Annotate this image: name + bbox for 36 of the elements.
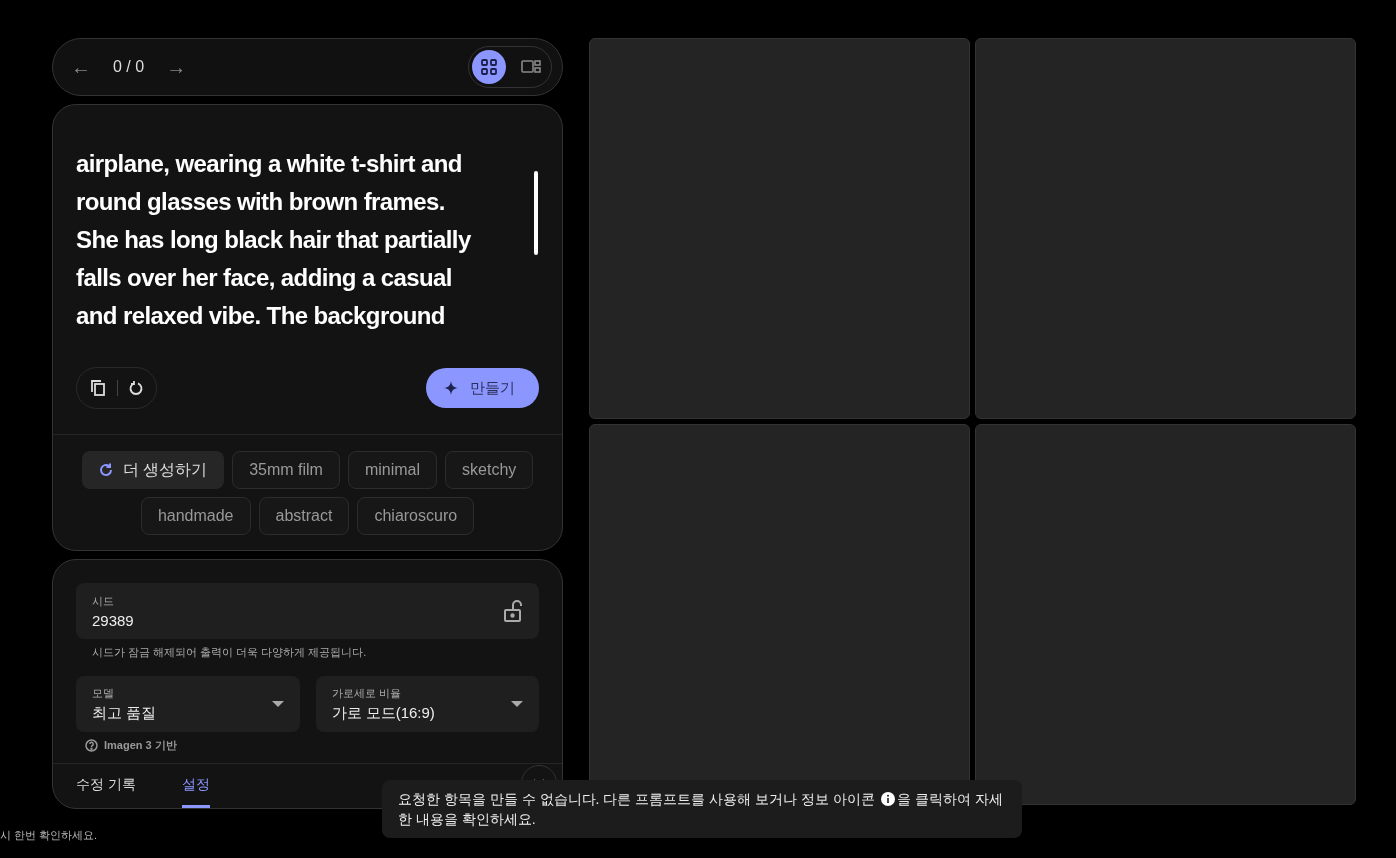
dropdown-field[interactable]: 모델 최고 품질 [76,676,300,732]
previous-button[interactable]: ← [67,55,95,79]
generate-more-button[interactable]: 더 생성하기 [81,451,225,489]
style-chip[interactable]: abstract [258,497,350,535]
copy-icon[interactable] [89,379,107,397]
toast-message: 한 내용을 확인하세요. [398,810,536,829]
style-chip[interactable]: handmade [140,497,251,535]
image-counter: 0 / 0 [113,58,145,76]
refresh-icon[interactable] [128,380,144,396]
grid-icon [480,58,498,76]
tab[interactable]: 수정 기록 [76,764,136,808]
help-icon[interactable] [85,739,98,752]
style-chip[interactable]: sketchy [445,451,534,489]
image-layout-icon [521,59,541,75]
view-mode-button[interactable] [472,50,506,84]
style-chip[interactable]: minimal [347,451,438,489]
style-chip[interactable]: chiaroscuro [357,497,475,535]
dropdown-caret-icon [271,701,284,707]
style-chip[interactable]: 35mm film [232,451,340,489]
refresh-icon [98,463,113,477]
seed-hint: 시드가 잠금 해제되어 출력이 더욱 다양하게 제공됩니다. [91,645,368,660]
prompt-text[interactable]: airplane, wearing a white t-shirt and round glasses with brown frames. She has long black hair that partially falls over her face, adding a casual and relaxed vibe. The background [76,145,526,335]
info-icon [880,792,895,806]
model-note: Imagen 3 기반 [104,738,177,753]
next-button[interactable]: → [162,55,191,79]
sparkle-icon [444,381,458,395]
toast-message: 을 클릭하여 자세 [896,790,1003,809]
footer-note: 시 한번 확인하세요. [0,828,98,843]
scrollbar[interactable] [534,171,538,255]
dropdown-field[interactable]: 가로세로 비율 가로 모드(16:9) [315,676,539,732]
seed-field[interactable]: 시드 29389 [76,583,539,639]
tab[interactable]: 설정 [181,764,210,808]
dropdown-caret-icon [511,701,523,707]
toast-message: 요청한 항목을 만들 수 없습니다. 다른 프롬프트를 사용해 보거나 정보 아이콘 [398,790,875,809]
unlock-icon[interactable] [503,600,523,622]
create-button[interactable]: 만들기 [426,368,539,408]
